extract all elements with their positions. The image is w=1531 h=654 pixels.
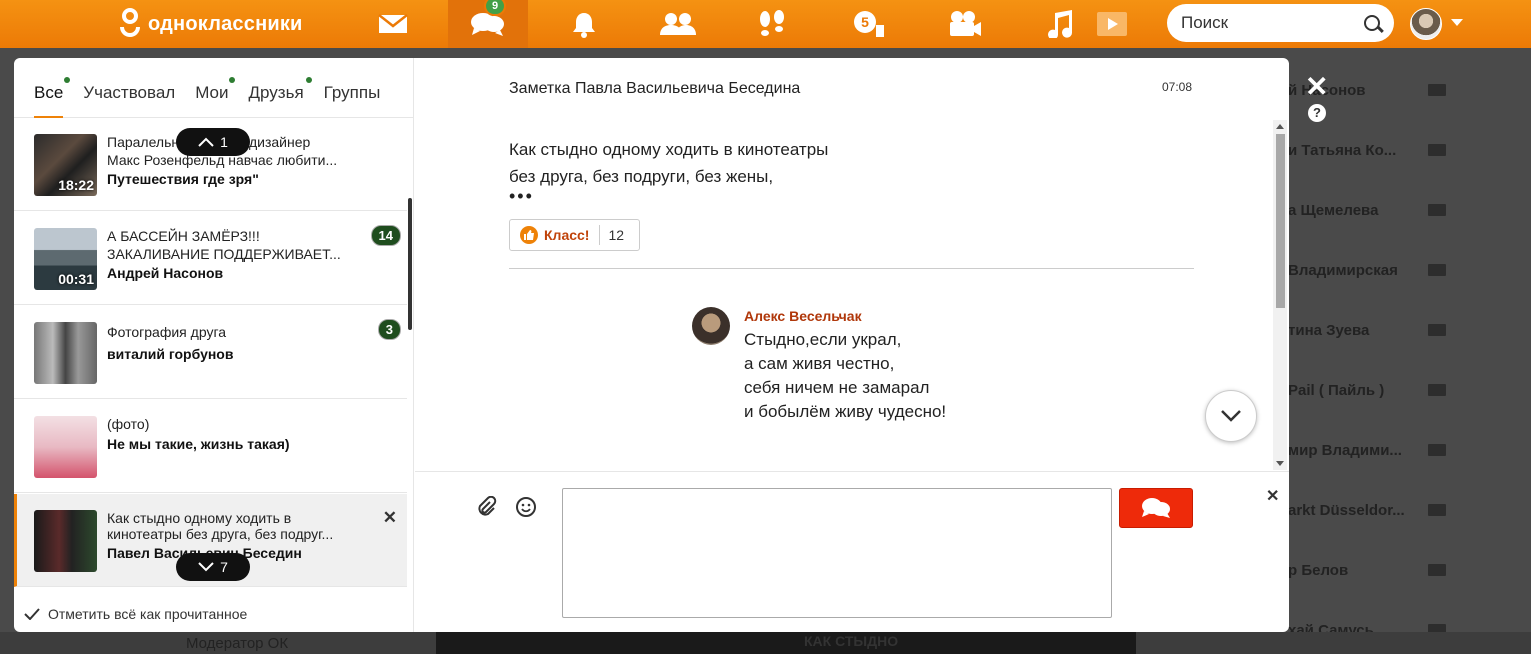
scroll-down-arrow-icon[interactable] (1276, 461, 1284, 466)
unread-count-badge: 14 (370, 225, 401, 246)
mail-icon (1428, 324, 1446, 336)
discussion-tabs: Все Участвовал Мои Друзья Группы (14, 58, 413, 118)
discussion-item[interactable]: 00:31 А БАССЕЙН ЗАМЁРЗ!!! ЗАКАЛИВАНИЕ ПО… (14, 212, 407, 305)
site-logo[interactable]: одноклассники (118, 8, 303, 40)
search-box[interactable] (1167, 4, 1394, 42)
photo-thumbnail (34, 322, 97, 384)
nav-video[interactable] (935, 0, 995, 48)
scroll-up-new-button[interactable]: 1 (176, 128, 250, 156)
comment-author[interactable]: Алекс Весельчак (744, 308, 862, 324)
chat-bubbles-icon (1142, 498, 1170, 518)
discussions-modal: Все Участвовал Мои Друзья Группы 18:22 П… (14, 58, 1289, 632)
ok-logo-icon (118, 8, 142, 40)
nav-events[interactable]: 5 (840, 0, 900, 48)
search-icon[interactable] (1364, 15, 1380, 31)
envelope-icon (378, 14, 408, 33)
nav-music[interactable] (1030, 0, 1090, 48)
list-scrollbar[interactable] (408, 198, 412, 330)
music-note-icon (1048, 10, 1073, 38)
klass-count[interactable]: 12 (608, 227, 624, 243)
mail-icon (1428, 504, 1446, 516)
scroll-up-arrow-icon[interactable] (1276, 124, 1284, 129)
thumbs-up-icon (520, 226, 538, 244)
help-icon[interactable]: ? (1308, 104, 1326, 122)
discussion-view-pane: Заметка Павла Васильевича Беседина 07:08… (415, 58, 1289, 632)
top-navigation-bar: одноклассники 9 5 (0, 0, 1531, 48)
nav-messages-mail[interactable] (363, 0, 423, 48)
tab-groups[interactable]: Группы (324, 83, 381, 117)
video-thumbnail: 18:22 (34, 134, 97, 196)
mail-icon (1428, 564, 1446, 576)
checkmark-icon (24, 608, 40, 620)
rating-five-icon: 5 (854, 11, 884, 37)
discussions-list-pane: Все Участвовал Мои Друзья Группы 18:22 П… (14, 58, 414, 632)
photo-thumbnail (34, 416, 97, 478)
smiley-icon[interactable] (515, 496, 537, 523)
mail-icon (1428, 384, 1446, 396)
nav-guests[interactable] (742, 0, 802, 48)
svg-text:5: 5 (861, 14, 869, 30)
note-expand[interactable]: ••• (509, 186, 534, 207)
tab-mine[interactable]: Мои (195, 77, 236, 117)
comment-text: Стыдно,если украл, а сам живя честно, се… (744, 330, 947, 421)
scrollbar-thumb[interactable] (1276, 134, 1285, 308)
nav-discussions[interactable]: 9 (448, 0, 528, 48)
bell-icon (573, 13, 595, 38)
tab-participated[interactable]: Участвовал (83, 83, 175, 117)
mail-icon (1428, 144, 1446, 156)
background-video-strip: КАК СТЫДНО (436, 632, 1136, 654)
note-body[interactable]: Как стыдно одному ходить в кинотеатры бе… (509, 136, 828, 190)
chevron-down-icon[interactable] (1451, 19, 1463, 26)
search-input[interactable] (1181, 13, 1351, 33)
footprints-icon (760, 10, 784, 36)
new-indicator-dot (229, 77, 236, 83)
scroll-to-bottom-button[interactable] (1205, 390, 1257, 442)
video-thumbnail: 00:31 (34, 228, 97, 290)
mail-icon (1428, 444, 1446, 456)
nav-games[interactable] (1082, 0, 1142, 48)
new-indicator-dot (305, 77, 312, 83)
discussion-item[interactable]: Фотография друга виталий горбунов 3 (14, 306, 407, 399)
play-tile-icon (1097, 12, 1127, 36)
mail-icon (1428, 204, 1446, 216)
mark-all-read-button[interactable]: Отметить всё как прочитанное (24, 606, 247, 622)
chat-bubbles-icon (471, 13, 504, 36)
note-thumbnail (34, 510, 97, 572)
divider (509, 268, 1194, 269)
discussion-title[interactable]: Заметка Павла Васильевича Беседина (509, 80, 800, 98)
mail-icon (1428, 264, 1446, 276)
tab-all[interactable]: Все (34, 77, 70, 118)
commenter-avatar[interactable] (692, 307, 730, 345)
paperclip-icon[interactable] (475, 495, 497, 523)
scroll-down-new-button[interactable]: 7 (176, 553, 250, 581)
modal-close-icon[interactable]: ✕ (1305, 70, 1328, 103)
klass-like-button[interactable]: Класс! 12 (509, 219, 640, 251)
chevron-down-icon (1221, 410, 1241, 422)
discussion-item[interactable]: (фото) Не мы такие, жизнь такая) (14, 400, 407, 493)
messages-scrollbar[interactable] (1273, 120, 1287, 470)
close-icon[interactable]: ✕ (1266, 486, 1279, 506)
discussion-time: 07:08 (1162, 80, 1193, 94)
close-icon[interactable]: ✕ (383, 508, 397, 528)
friends-icon (660, 13, 696, 35)
mail-icon (1428, 84, 1446, 96)
tab-friends[interactable]: Друзья (249, 77, 312, 117)
new-indicator-dot (64, 77, 70, 83)
nav-friends[interactable] (648, 0, 708, 48)
message-input[interactable] (562, 488, 1112, 618)
user-avatar[interactable] (1410, 8, 1442, 40)
send-button[interactable] (1119, 488, 1193, 528)
nav-notifications[interactable] (554, 0, 614, 48)
chevron-up-icon (198, 137, 214, 147)
unread-count-badge: 3 (377, 319, 401, 340)
chevron-down-icon (198, 562, 214, 572)
video-camera-icon (950, 11, 981, 36)
